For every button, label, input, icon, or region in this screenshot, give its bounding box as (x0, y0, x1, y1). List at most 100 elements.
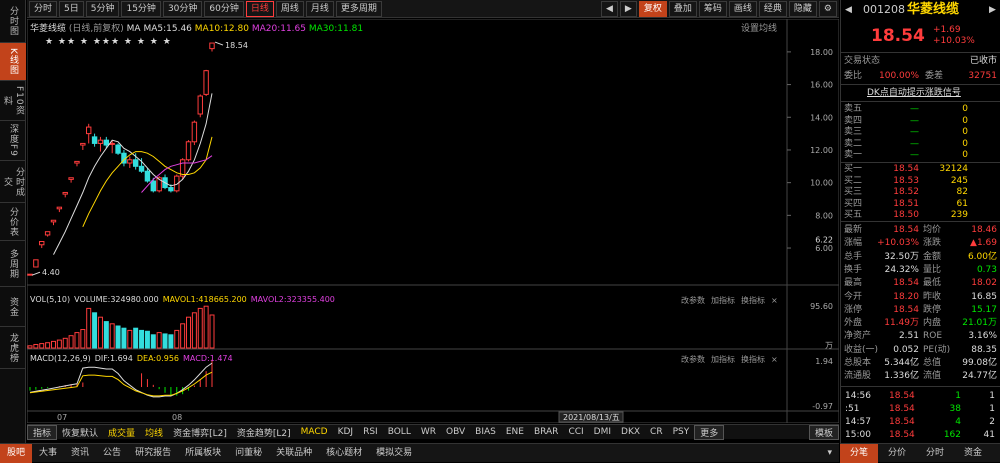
indicator-13[interactable]: ENE (501, 427, 529, 437)
period-7[interactable]: 周线 (275, 0, 304, 17)
ytick-2: 14.00 (810, 113, 833, 122)
period-6[interactable]: 日线 (245, 0, 274, 17)
period-0[interactable]: 分时 (29, 0, 58, 17)
period-4[interactable]: 30分钟 (162, 0, 203, 17)
tick-row: 14:57 18.54 4 2 (841, 416, 1000, 428)
indicator-9[interactable]: BOLL (383, 427, 416, 437)
indicator-4[interactable]: 资金博弈[L2] (168, 426, 232, 439)
indicator-11[interactable]: OBV (441, 427, 470, 437)
status-label: 交易状态 (844, 56, 881, 66)
nav-3[interactable]: 公告 (96, 444, 128, 463)
toolbar-right-2[interactable]: 筹码 (698, 0, 727, 17)
left-tab-3[interactable]: 深度F9 (0, 121, 26, 161)
indicator-19[interactable]: PSY (668, 427, 695, 437)
forward-arrow-icon[interactable]: ▶ (989, 4, 996, 16)
ytick-4: 10.00 (810, 179, 833, 188)
nav-8[interactable]: 核心题材 (319, 444, 369, 463)
tick-row: :51 18.54 38 1 (841, 403, 1000, 415)
tick-time: 15:00 (845, 430, 871, 440)
buys-row: 买四 18.51 61 (841, 198, 1000, 210)
indicator-5[interactable]: 资金趋势[L2] (232, 426, 296, 439)
nav-7[interactable]: 关联品种 (269, 444, 319, 463)
indicator-15[interactable]: CCI (563, 427, 588, 437)
vol-btn-2[interactable]: 换指标 (741, 296, 765, 305)
nav-2[interactable]: 资讯 (64, 444, 96, 463)
indicator-16[interactable]: DMI (589, 427, 616, 437)
left-tab-7[interactable]: 资金 (0, 287, 26, 327)
left-tab-8[interactable]: 龙虎榜 (0, 327, 26, 369)
stat-label-a: 涨停 (844, 304, 863, 315)
indicator-6[interactable]: MACD (296, 427, 333, 437)
period-9[interactable]: 更多周期 (335, 0, 382, 17)
prev-arrow-icon[interactable]: ◀ (600, 0, 618, 17)
left-tab-5[interactable]: 分价表 (0, 203, 26, 241)
indicator-3[interactable]: 均线 (140, 426, 168, 439)
vol-close-icon[interactable]: × (771, 296, 778, 305)
vol-bar-29 (197, 307, 203, 349)
buys-row: 买五 18.50 239 (841, 209, 1000, 221)
toolbar-right-0[interactable]: 复权 (638, 0, 667, 17)
right-tab-1[interactable]: 分价 (878, 444, 916, 463)
stat-label-a: 今开 (844, 291, 863, 302)
vol-btn-1[interactable]: 加指标 (711, 296, 735, 305)
indicator-12[interactable]: BIAS (470, 427, 501, 437)
nav-0[interactable]: 股吧 (0, 443, 33, 463)
set-ma-button[interactable]: 设置均线 (741, 21, 777, 34)
tick-time: 14:56 (845, 391, 871, 401)
indicator-20[interactable]: 更多 (694, 424, 725, 440)
toolbar-right-5[interactable]: 隐藏 (788, 0, 817, 17)
toolbar-right-3[interactable]: 画线 (728, 0, 757, 17)
left-tab-1[interactable]: K线图 (0, 43, 26, 81)
indicator-18[interactable]: CR (645, 427, 668, 437)
indicator-1[interactable]: 恢复默认 (57, 426, 103, 439)
indicator-0[interactable]: 指标 (27, 424, 58, 440)
tick-time: 14:57 (845, 417, 871, 427)
macd-btn-0[interactable]: 改参数 (681, 355, 705, 364)
dk-signal-link[interactable]: DK点自动提示涨跌信号 (867, 87, 961, 99)
left-tab-4[interactable]: 分时成交 (0, 161, 26, 203)
stat-row: 今开 18.20 昨收 16.85 (841, 291, 1000, 303)
nav-5[interactable]: 所属板块 (178, 444, 228, 463)
period-2[interactable]: 5分钟 (85, 0, 120, 17)
left-tab-6[interactable]: 多周期 (0, 241, 26, 287)
back-arrow-icon[interactable]: ◀ (845, 4, 852, 16)
indicator-17[interactable]: DKX (616, 427, 645, 437)
right-tab-2[interactable]: 分时 (916, 444, 954, 463)
nav-9[interactable]: 模拟交易 (369, 444, 419, 463)
macd-close-icon[interactable]: × (771, 355, 778, 364)
nav-4[interactable]: 研究报告 (128, 444, 178, 463)
nav-dropdown-icon[interactable]: ▾ (820, 444, 839, 463)
period-5[interactable]: 60分钟 (204, 0, 244, 17)
indicator-2[interactable]: 成交量 (103, 426, 140, 439)
period-3[interactable]: 15分钟 (121, 0, 161, 17)
indicator-7[interactable]: KDJ (333, 427, 359, 437)
macd-value: MACD:1.474 (183, 354, 233, 363)
stat-value-a: 2.51 (898, 331, 919, 342)
next-arrow-icon[interactable]: ▶ (619, 0, 637, 17)
indicator-8[interactable]: RSI (358, 427, 383, 437)
tick-vol: 38 (949, 404, 961, 414)
indicator-10[interactable]: WR (416, 427, 441, 437)
buys-vol: 82 (956, 187, 968, 197)
event-stars[interactable]: ★ ★★ ★ ★★★ ★ ★ ★ ★ (45, 37, 172, 47)
indicator-21[interactable]: 模板 (808, 424, 839, 440)
right-tab-0[interactable]: 分笔 (840, 443, 879, 463)
macd-btn-1[interactable]: 加指标 (711, 355, 735, 364)
period-1[interactable]: 5日 (59, 0, 84, 17)
stat-value-b: 18.02 (971, 278, 997, 289)
gear-icon[interactable]: ⚙ (818, 0, 837, 17)
vol-bar-23 (162, 333, 168, 349)
left-tab-0[interactable]: 分时图 (0, 0, 26, 43)
indicator-14[interactable]: BRAR (529, 427, 563, 437)
toolbar-right-1[interactable]: 叠加 (668, 0, 697, 17)
period-8[interactable]: 月线 (305, 0, 334, 17)
left-tab-2[interactable]: F10资料 (0, 81, 26, 121)
nav-6[interactable]: 问董秘 (228, 444, 269, 463)
macd-btn-2[interactable]: 换指标 (741, 355, 765, 364)
nav-1[interactable]: 大事 (32, 444, 64, 463)
toolbar-right-4[interactable]: 经典 (758, 0, 787, 17)
status-value: 已收市 (969, 56, 997, 66)
indicator-bar: 指标 恢复默认 成交量 均线 资金博弈[L2] 资金趋势[L2] MACD KDJ RSI BOL… (27, 424, 839, 440)
right-tab-3[interactable]: 资金 (954, 444, 992, 463)
vol-btn-0[interactable]: 改参数 (681, 296, 705, 305)
